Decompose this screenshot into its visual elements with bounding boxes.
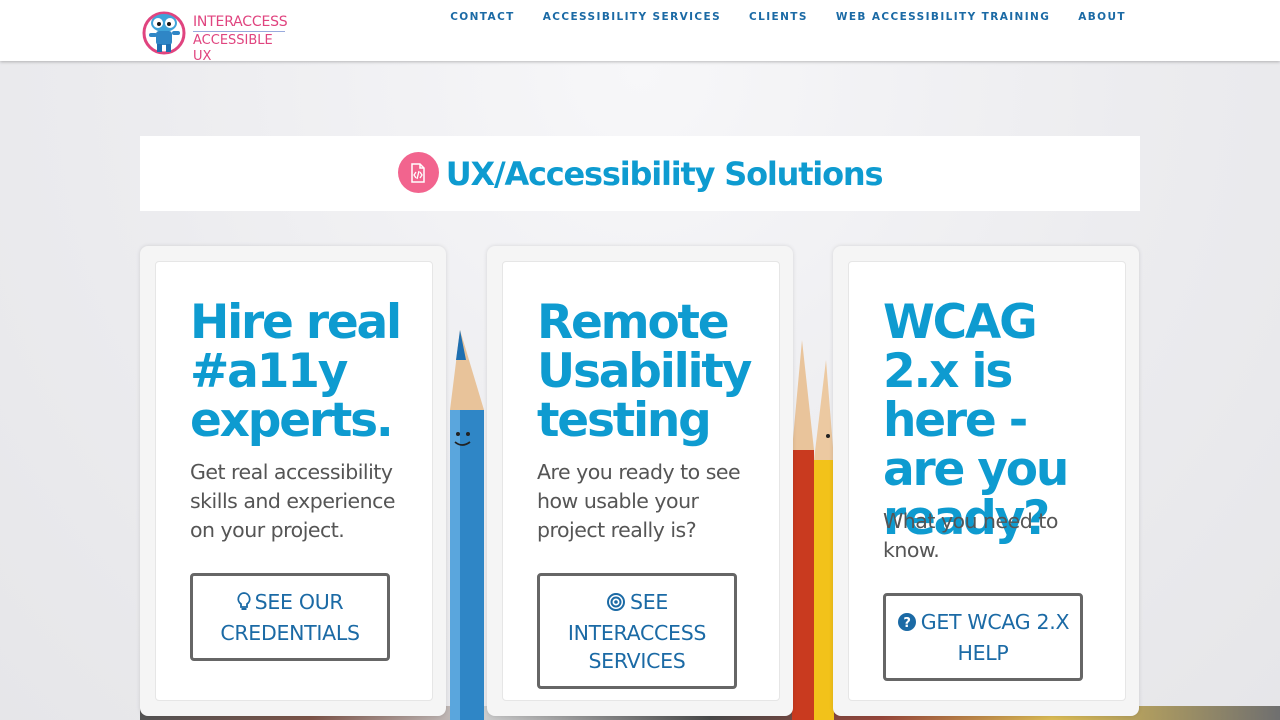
card-description: Get real accessibility skills and experi…	[190, 460, 396, 542]
lightbulb-icon	[237, 591, 251, 619]
see-services-button[interactable]: SEE INTERACCESS SERVICES	[537, 573, 737, 689]
nav-item-contact[interactable]: CONTACT	[450, 11, 515, 23]
nav-item-accessibility-services[interactable]: ACCESSIBILITY SERVICES	[543, 11, 721, 23]
see-credentials-button[interactable]: SEE OUR CREDENTIALS	[190, 573, 390, 661]
nav-item-web-accessibility-training[interactable]: WEB ACCESSIBILITY TRAINING	[836, 11, 1050, 23]
site-header: INTERACCESS ACCESSIBLE UX CONTACT ACCESS…	[0, 0, 1280, 64]
button-label: SEE INTERACCESS SERVICES	[567, 590, 707, 673]
target-icon	[606, 591, 626, 619]
logo-brand-name: INTERACCESS	[193, 14, 288, 30]
svg-text:?: ?	[903, 616, 910, 631]
main-nav: CONTACT ACCESSIBILITY SERVICES CLIENTS W…	[422, 11, 1126, 23]
button-label: GET WCAG 2.X HELP	[920, 610, 1070, 665]
nav-item-about[interactable]: ABOUT	[1078, 11, 1126, 23]
robot-mascot-icon	[142, 11, 186, 55]
card-description: What you need to know.	[883, 509, 1058, 562]
code-file-icon	[397, 152, 439, 193]
question-circle-icon: ?	[897, 611, 917, 639]
card-heading: Remote Usability testing	[537, 295, 752, 448]
site-logo[interactable]: INTERACCESS ACCESSIBLE UX	[141, 9, 288, 64]
card-description: Are you ready to see how usable your pro…	[537, 460, 741, 542]
card-wcag: WCAG 2.x is here - are you ready? What y…	[833, 246, 1139, 716]
section-title: UX/Accessibility Solutions	[445, 154, 884, 193]
card-heading: Hire real #a11y experts.	[190, 295, 402, 448]
nav-item-clients[interactable]: CLIENTS	[749, 11, 808, 23]
get-wcag-help-button[interactable]: ? GET WCAG 2.X HELP	[883, 593, 1083, 681]
card-usability-testing: Remote Usability testing Are you ready t…	[487, 246, 793, 716]
blue-pencil-image	[450, 330, 484, 720]
section-title-panel: UX/Accessibility Solutions	[140, 136, 1140, 211]
logo-tagline: ACCESSIBLE UX	[193, 33, 273, 64]
card-credentials: Hire real #a11y experts. Get real access…	[140, 246, 446, 716]
red-yellow-pencils-image	[792, 340, 834, 720]
